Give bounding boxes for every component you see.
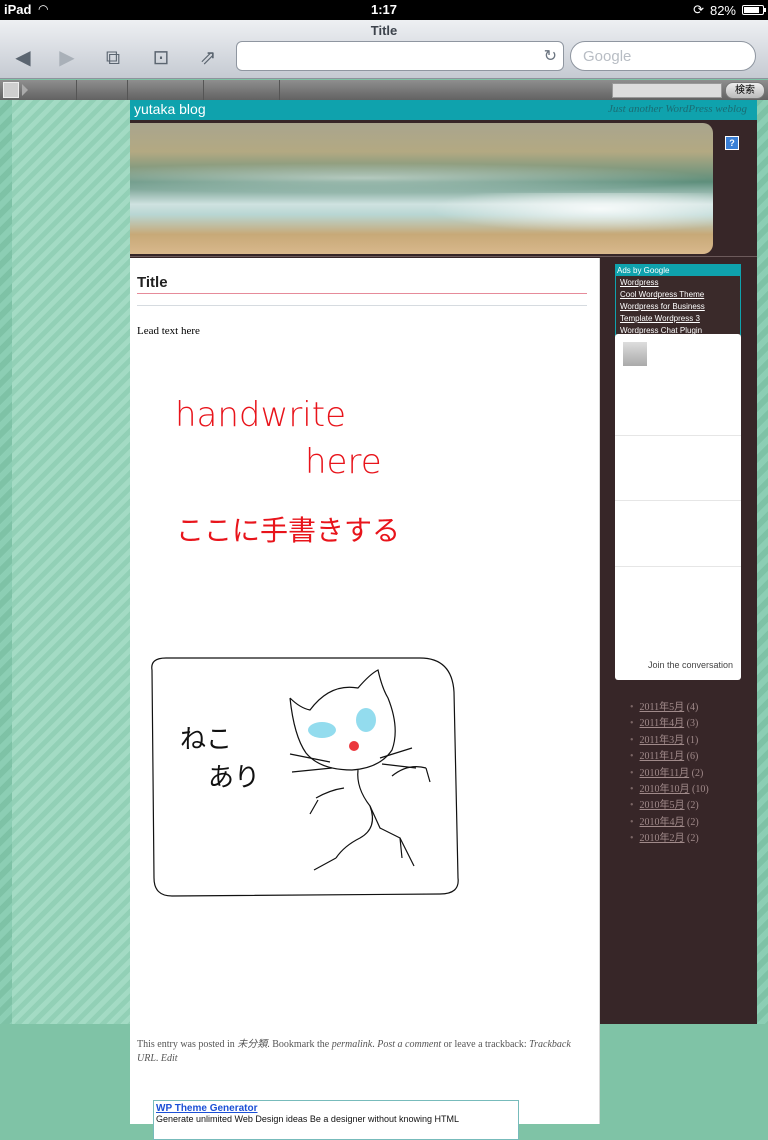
archive-list: 2011年5月 (4) 2011年4月 (3) 2011年3月 (1) 2011… [630, 700, 709, 848]
share-button[interactable]: ⇗ [193, 44, 223, 72]
cat-note-1: ねこ [180, 725, 232, 755]
header-image [130, 123, 713, 254]
ads-by-google: Ads by Google Wordpress Cool Wordpress T… [615, 264, 741, 336]
rotation-lock-icon: ⟳ [693, 2, 704, 17]
cat-note-2: あり [208, 763, 260, 793]
cat-drawing [289, 669, 431, 871]
handwrite-text: handwrite [175, 395, 346, 435]
browser-toolbar: Title ◀ ▶ ⧉ ⊡ ⇗ ↻ Google [0, 20, 768, 79]
blog-tagline: Just another WordPress weblog [607, 103, 747, 115]
left-margin [12, 100, 130, 1024]
join-conversation-link[interactable]: Join the conversation [615, 660, 733, 670]
avatar[interactable] [3, 82, 19, 98]
japanese-handwrite-text: ここに手書きする [176, 514, 400, 547]
blog-header: yutaka blog Just another WordPress weblo… [130, 100, 757, 120]
admin-search-input[interactable] [612, 83, 722, 98]
cat-eye-right [356, 708, 376, 732]
forward-button[interactable]: ▶ [52, 44, 82, 72]
permalink-link[interactable]: permalink [332, 1039, 373, 1050]
wp-theme-generator-link[interactable]: WP Theme Generator [154, 1101, 518, 1114]
here-text: here [305, 442, 382, 482]
wp-ad-description: Generate unlimited Web Design ideas Be a… [156, 1114, 459, 1124]
category-link[interactable]: 未分類 [237, 1039, 267, 1050]
handwriting-canvas: handwrite here ここに手書きする ねこ あり [151, 395, 459, 897]
comments-widget: Join the conversation [615, 334, 741, 680]
bookmarks-button[interactable]: ⊡ [146, 44, 176, 72]
archive-item[interactable]: 2010年11月 (2) [630, 766, 709, 782]
ad-link[interactable]: Wordpress for Business [620, 302, 740, 312]
widget-thumbnail[interactable] [623, 342, 647, 366]
archive-item[interactable]: 2010年2月 (2) [630, 831, 709, 847]
cat-frame [151, 657, 459, 897]
url-field[interactable]: ↻ [236, 41, 564, 71]
ad-link[interactable]: Cool Wordpress Theme [620, 290, 740, 300]
archive-item[interactable]: 2011年4月 (3) [630, 716, 709, 732]
blog-container: yutaka blog Just another WordPress weblo… [130, 100, 757, 1140]
post-comment-link[interactable]: Post a comment [377, 1039, 441, 1050]
back-button[interactable]: ◀ [8, 44, 38, 72]
admin-bar: 検索 [0, 80, 768, 100]
wp-ad-box: WP Theme Generator Generate unlimited We… [153, 1100, 519, 1140]
help-icon[interactable]: ? [725, 136, 739, 150]
status-bar: iPad ◠ 1:17 ⟳ 82% [0, 0, 768, 20]
post-lead: Lead text here [137, 325, 200, 337]
archive-item[interactable]: 2011年1月 (6) [630, 749, 709, 765]
archive-item[interactable]: 2010年4月 (2) [630, 815, 709, 831]
tabs-button[interactable]: ⧉ [98, 44, 128, 72]
page-title: Title [370, 23, 398, 38]
ad-link[interactable]: Wordpress [620, 278, 740, 288]
cat-nose [349, 741, 359, 751]
archive-item[interactable]: 2011年5月 (4) [630, 700, 709, 716]
chevron-right-icon [22, 84, 28, 96]
edit-link[interactable]: Edit [161, 1053, 178, 1064]
ads-header[interactable]: Ads by Google [616, 265, 740, 276]
clock: 1:17 [370, 2, 398, 17]
archive-item[interactable]: 2010年5月 (2) [630, 798, 709, 814]
admin-search-button[interactable]: 検索 [725, 82, 765, 99]
ad-link[interactable]: Template Wordpress 3 [620, 314, 740, 324]
post-title[interactable]: Title [137, 274, 168, 291]
post-content: Title Lead text here handwrite here ここに手… [130, 258, 600, 1140]
battery-percent: 82% [709, 2, 736, 18]
archive-item[interactable]: 2011年3月 (1) [630, 733, 709, 749]
reload-icon[interactable]: ↻ [544, 46, 557, 66]
blog-title[interactable]: yutaka blog [134, 101, 206, 117]
battery-icon [742, 5, 766, 15]
post-meta: This entry was posted in 未分類. Bookmark t… [137, 1039, 571, 1064]
archive-item[interactable]: 2010年10月 (10) [630, 782, 709, 798]
search-input[interactable]: Google [570, 41, 756, 71]
cat-eye-left [308, 722, 336, 738]
